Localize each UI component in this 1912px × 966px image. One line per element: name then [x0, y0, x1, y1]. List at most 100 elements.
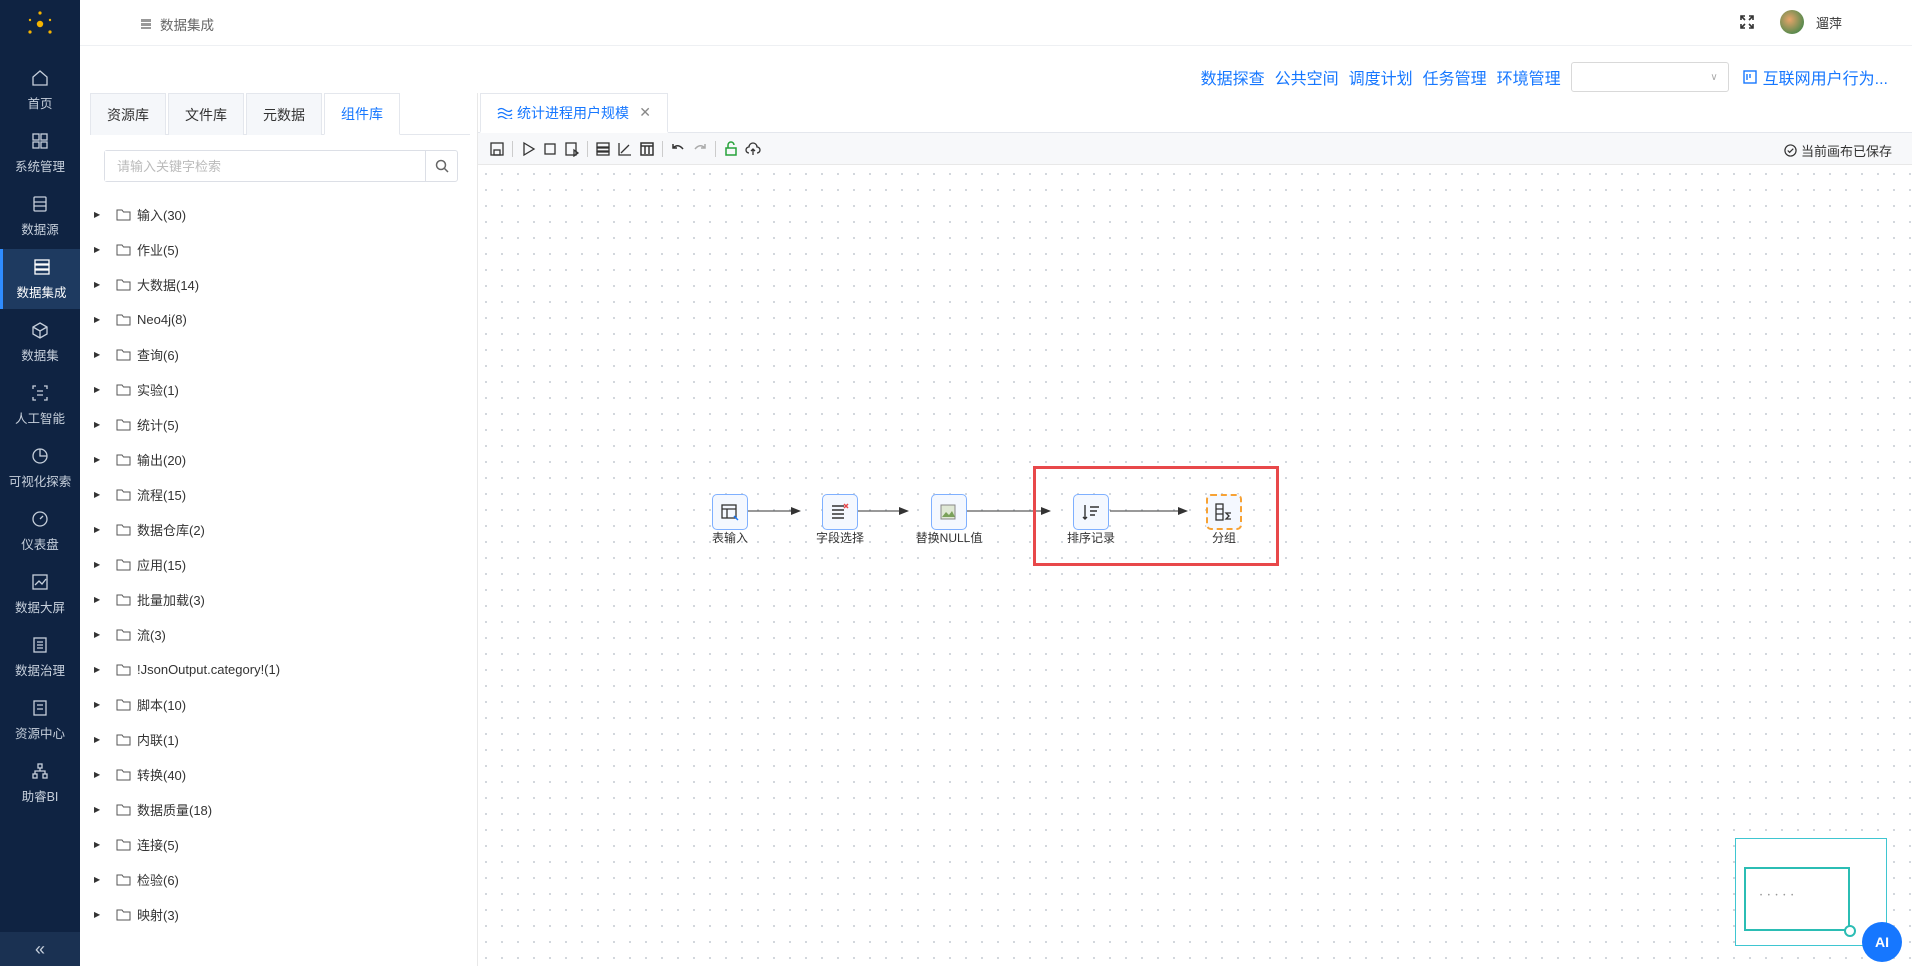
avatar[interactable]	[1779, 10, 1804, 34]
chart-button[interactable]	[614, 138, 636, 160]
caret-right-icon[interactable]: ▶	[94, 630, 102, 639]
caret-right-icon[interactable]: ▶	[94, 455, 102, 464]
tree-item[interactable]: ▶ 转换(40)	[94, 757, 280, 792]
nav-item-label: 首页	[27, 96, 53, 111]
flow-node-2[interactable]	[931, 494, 967, 530]
nav-item-7[interactable]: 仪表盘	[0, 501, 80, 561]
undo-button[interactable]	[667, 138, 689, 160]
toplink-3[interactable]: 任务管理	[1423, 65, 1487, 89]
grid-button[interactable]	[636, 138, 658, 160]
search-button[interactable]	[425, 151, 457, 181]
minimap[interactable]: • • • • •	[1735, 838, 1887, 946]
folder-icon	[116, 874, 131, 886]
tree-item-label: 连接(5)	[137, 838, 179, 853]
environment-select[interactable]: ∨	[1570, 62, 1729, 92]
tab-2[interactable]: 元数据	[246, 93, 322, 135]
user-name[interactable]: 遛萍	[1816, 13, 1842, 32]
tree-item[interactable]: ▶ 流(3)	[94, 617, 280, 652]
tree-item[interactable]: ▶ 作业(5)	[94, 232, 280, 267]
tree-item[interactable]: ▶ Neo4j(8)	[94, 302, 280, 337]
nav-item-1[interactable]: 系统管理	[0, 123, 80, 183]
nav-item-8[interactable]: 数据大屏	[0, 564, 80, 624]
tree-item-label: 输出(20)	[137, 453, 187, 468]
nav-item-9[interactable]: 数据治理	[0, 627, 80, 687]
caret-right-icon[interactable]: ▶	[94, 840, 102, 849]
caret-right-icon[interactable]: ▶	[94, 875, 102, 884]
tree-item[interactable]: ▶ 内联(1)	[94, 722, 280, 757]
tree-item[interactable]: ▶ 批量加载(3)	[94, 582, 280, 617]
preview-button[interactable]	[561, 138, 583, 160]
minimap-resize-handle[interactable]	[1844, 925, 1856, 937]
tree-item[interactable]: ▶ 统计(5)	[94, 407, 280, 442]
caret-right-icon[interactable]: ▶	[94, 420, 102, 429]
tree-item[interactable]: ▶ 实验(1)	[94, 372, 280, 407]
toplink-1[interactable]: 公共空间	[1275, 65, 1339, 89]
tree-item[interactable]: ▶ 映射(3)	[94, 897, 280, 932]
tree-item[interactable]: ▶ 应用(15)	[94, 547, 280, 582]
caret-right-icon[interactable]: ▶	[94, 280, 102, 289]
collapse-nav-button[interactable]: «	[0, 932, 80, 966]
cube-icon	[32, 321, 48, 339]
caret-right-icon[interactable]: ▶	[94, 315, 102, 324]
internet-behavior-link[interactable]: 互联网用户行为...	[1742, 65, 1888, 89]
search-input[interactable]	[105, 151, 415, 181]
close-icon[interactable]: ✕	[639, 104, 651, 121]
caret-right-icon[interactable]: ▶	[94, 560, 102, 569]
caret-right-icon[interactable]: ▶	[94, 665, 102, 674]
tree-item[interactable]: ▶ !JsonOutput.category!(1)	[94, 652, 280, 687]
caret-right-icon[interactable]: ▶	[94, 245, 102, 254]
tab-3[interactable]: 组件库	[324, 93, 400, 135]
flow-node-1[interactable]	[822, 494, 858, 530]
tab-transformation[interactable]: 统计进程用户规模 ✕	[480, 93, 668, 133]
nav-item-4[interactable]: 数据集	[0, 312, 80, 372]
nav-item-5[interactable]: 人工智能	[0, 375, 80, 435]
tree-item[interactable]: ▶ 检验(6)	[94, 862, 280, 897]
tree-item[interactable]: ▶ 数据质量(18)	[94, 792, 280, 827]
nav-item-label: 数据治理	[14, 663, 65, 678]
nav-item-11[interactable]: 助睿BI	[0, 753, 80, 813]
ai-assistant-button[interactable]: AI	[1862, 922, 1902, 962]
toplink-0[interactable]: 数据探查	[1201, 65, 1265, 89]
tree-item[interactable]: ▶ 流程(15)	[94, 477, 280, 512]
fullscreen-icon[interactable]	[1740, 15, 1754, 29]
nav-item-10[interactable]: 资源中心	[0, 690, 80, 750]
redo-button[interactable]	[689, 138, 711, 160]
tree-item[interactable]: ▶ 输入(30)	[94, 197, 280, 232]
toplink-4[interactable]: 环境管理	[1497, 65, 1561, 89]
caret-right-icon[interactable]: ▶	[94, 910, 102, 919]
caret-right-icon[interactable]: ▶	[94, 525, 102, 534]
caret-right-icon[interactable]: ▶	[94, 210, 102, 219]
tree-item[interactable]: ▶ 连接(5)	[94, 827, 280, 862]
run-button[interactable]	[517, 138, 539, 160]
nav-item-3[interactable]: 数据集成	[0, 249, 80, 309]
tree-item[interactable]: ▶ 数据仓库(2)	[94, 512, 280, 547]
caret-right-icon[interactable]: ▶	[94, 385, 102, 394]
flow-canvas[interactable]	[478, 166, 1912, 966]
caret-right-icon[interactable]: ▶	[94, 770, 102, 779]
tree-item[interactable]: ▶ 查询(6)	[94, 337, 280, 372]
layout-button[interactable]	[592, 138, 614, 160]
nav-item-0[interactable]: 首页	[0, 60, 80, 120]
tree-item[interactable]: ▶ 输出(20)	[94, 442, 280, 477]
caret-right-icon[interactable]: ▶	[94, 350, 102, 359]
tree-item-label: 批量加载(3)	[137, 593, 205, 608]
tree-item[interactable]: ▶ 脚本(10)	[94, 687, 280, 722]
lock-button[interactable]	[720, 138, 742, 160]
stop-button[interactable]	[539, 138, 561, 160]
caret-right-icon[interactable]: ▶	[94, 490, 102, 499]
flow-node-0[interactable]	[712, 494, 748, 530]
caret-right-icon[interactable]: ▶	[94, 805, 102, 814]
caret-right-icon[interactable]: ▶	[94, 735, 102, 744]
upload-button[interactable]	[742, 138, 764, 160]
nav-item-6[interactable]: 可视化探索	[0, 438, 80, 498]
caret-right-icon[interactable]: ▶	[94, 595, 102, 604]
caret-right-icon[interactable]: ▶	[94, 700, 102, 709]
tree-item[interactable]: ▶ 大数据(14)	[94, 267, 280, 302]
save-button[interactable]	[486, 138, 508, 160]
toplink-2[interactable]: 调度计划	[1349, 65, 1413, 89]
nav-item-2[interactable]: 数据源	[0, 186, 80, 246]
tab-1[interactable]: 文件库	[168, 93, 244, 135]
tree-item-label: 流程(15)	[137, 488, 187, 503]
tab-0[interactable]: 资源库	[90, 93, 166, 135]
minimap-viewport[interactable]	[1744, 867, 1850, 931]
